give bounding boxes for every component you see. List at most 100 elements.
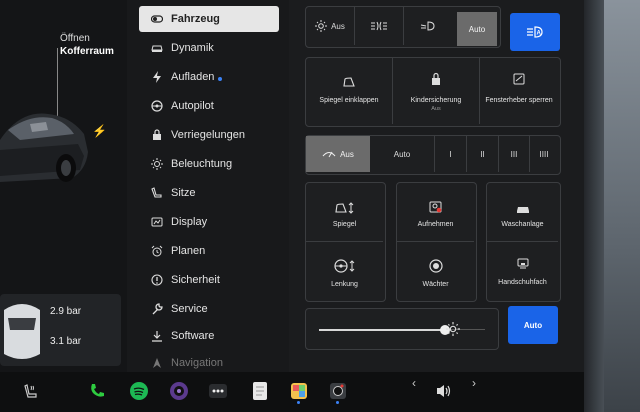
charge-port-icon[interactable]: ⚡ bbox=[92, 124, 107, 138]
volume-icon[interactable] bbox=[433, 380, 455, 402]
toybox-icon[interactable] bbox=[288, 380, 310, 402]
sidebar-item-label: Fahrzeug bbox=[171, 13, 220, 25]
svg-text:A: A bbox=[537, 31, 542, 37]
brightness-auto-button[interactable]: Auto bbox=[508, 306, 558, 344]
wiper-speed-3[interactable]: III bbox=[499, 136, 529, 172]
lights-auto-label: Auto bbox=[468, 24, 486, 34]
navigation-icon bbox=[147, 357, 167, 369]
vehicle-controls-panel: Aus Auto A Spiegel einklappen Kindersich… bbox=[289, 0, 584, 372]
wiper-speed-2[interactable]: II bbox=[467, 136, 498, 172]
mirror-adjust-icon bbox=[306, 201, 383, 219]
open-trunk-line2: Kofferraum bbox=[60, 46, 114, 57]
sidebar-item-sicherheit[interactable]: Sicherheit bbox=[139, 267, 279, 293]
auto-high-beam-icon: A bbox=[527, 26, 543, 38]
child-lock-icon bbox=[393, 72, 479, 91]
sidebar-item-label: Beleuchtung bbox=[171, 158, 233, 170]
car-icon bbox=[147, 42, 167, 54]
lights-off-option[interactable]: Aus bbox=[306, 7, 354, 45]
wipers-auto-option[interactable]: Auto bbox=[370, 136, 434, 172]
parking-lights-icon bbox=[371, 21, 387, 31]
notes-icon[interactable] bbox=[249, 380, 271, 402]
camera-lens-icon[interactable] bbox=[168, 380, 190, 402]
sidebar-item-sitze[interactable]: Sitze bbox=[139, 180, 279, 206]
wiper-speed-4[interactable]: IIII bbox=[530, 136, 558, 172]
low-beam-option[interactable] bbox=[404, 7, 452, 45]
sidebar-item-label: Software bbox=[171, 330, 215, 342]
lights-off-label: Aus bbox=[331, 21, 345, 31]
child-lock-status: Aus bbox=[431, 106, 441, 112]
sidebar-item-verriegelungen[interactable]: Verriegelungen bbox=[139, 122, 279, 148]
glovebox-icon bbox=[487, 257, 558, 275]
parking-lights-option[interactable] bbox=[355, 7, 403, 45]
car-wash-label: Waschanlage bbox=[501, 221, 544, 228]
charging-badge bbox=[218, 77, 223, 81]
wiper-speed-2-label: II bbox=[480, 149, 485, 159]
sidebar-item-beleuchtung[interactable]: Beleuchtung bbox=[139, 151, 279, 177]
sentry-mode-tile[interactable]: Wächter bbox=[397, 242, 474, 299]
wiper-speed-1-label: I bbox=[449, 149, 452, 159]
alarm-clock-icon bbox=[147, 245, 167, 257]
wipers-off-option[interactable]: Aus bbox=[306, 136, 370, 172]
sidebar-item-dynamik[interactable]: Dynamik bbox=[139, 35, 279, 61]
more-apps-icon[interactable] bbox=[207, 380, 229, 402]
mirror-adjust-label: Spiegel bbox=[332, 221, 357, 228]
sidebar-item-label: Dynamik bbox=[171, 42, 214, 54]
sidebar-item-software[interactable]: Software bbox=[139, 323, 279, 349]
sidebar-item-aufladen[interactable]: Aufladen bbox=[139, 64, 279, 90]
sentry-icon bbox=[397, 259, 474, 278]
wipers-off-label: Aus bbox=[340, 149, 354, 159]
dashcam-record-tile[interactable]: Aufnehmen bbox=[397, 183, 474, 241]
phone-icon[interactable] bbox=[86, 380, 108, 402]
sidebar-item-label: Display bbox=[171, 216, 208, 228]
wrench-icon bbox=[147, 303, 167, 315]
open-trunk-button[interactable]: Öffnen Kofferraum bbox=[60, 32, 114, 58]
sidebar-item-label: Sitze bbox=[171, 187, 196, 199]
sidebar-item-label: Aufladen bbox=[171, 71, 215, 83]
seat-heater-icon[interactable] bbox=[20, 380, 42, 402]
sidebar-item-autopilot[interactable]: Autopilot bbox=[139, 93, 279, 119]
volume-up-arrow[interactable]: › bbox=[472, 376, 476, 390]
volume-down-arrow[interactable]: ‹ bbox=[412, 376, 416, 390]
lock-icon bbox=[147, 129, 167, 141]
child-lock-tile[interactable]: Kindersicherung Aus bbox=[393, 58, 479, 124]
car-topview-icon bbox=[4, 304, 40, 359]
sun-icon bbox=[315, 20, 328, 32]
brightness-auto-label: Auto bbox=[523, 320, 543, 330]
car-wash-tile[interactable]: Waschanlage bbox=[487, 183, 558, 241]
fold-mirrors-tile[interactable]: Spiegel einklappen bbox=[306, 58, 392, 124]
wipers-auto-label: Auto bbox=[393, 149, 411, 159]
sidebar-item-service[interactable]: Service bbox=[139, 296, 279, 322]
glovebox-tile[interactable]: Handschuhfach bbox=[487, 242, 558, 299]
wiper-speed-4-label: IIII bbox=[539, 149, 549, 159]
sidebar-item-navigation[interactable]: Navigation bbox=[139, 350, 279, 372]
lights-auto-option[interactable]: Auto bbox=[457, 12, 497, 46]
sidebar-item-fahrzeug[interactable]: Fahrzeug bbox=[139, 6, 279, 32]
dashcam-icon[interactable] bbox=[327, 380, 349, 402]
sidebar-item-display[interactable]: Display bbox=[139, 209, 279, 235]
sun-icon bbox=[147, 158, 167, 170]
sidebar-item-planen[interactable]: Planen bbox=[139, 238, 279, 264]
wiper-speed-1[interactable]: I bbox=[435, 136, 466, 172]
car-model-image bbox=[0, 113, 88, 182]
mirror-adjust-tile[interactable]: Spiegel bbox=[306, 183, 383, 241]
low-beam-icon bbox=[420, 21, 435, 31]
sidebar-item-label: Planen bbox=[171, 245, 206, 257]
auto-high-beam-button[interactable]: A bbox=[510, 13, 560, 51]
spotify-icon[interactable] bbox=[128, 380, 150, 402]
steering-adjust-label: Lenkung bbox=[331, 281, 358, 288]
download-icon bbox=[147, 330, 167, 342]
wiper-speed-3-label: III bbox=[510, 149, 518, 159]
tire-pressure-front: 2.9 bar bbox=[50, 306, 82, 317]
steering-adjust-tile[interactable]: Lenkung bbox=[306, 242, 383, 299]
window-lock-tile[interactable]: Fensterheber sperren bbox=[480, 58, 558, 124]
car-wash-icon bbox=[487, 201, 558, 219]
mirror-icon bbox=[306, 74, 392, 92]
settings-sidebar: Fahrzeug Dynamik Aufladen Autopilot Verr… bbox=[127, 0, 289, 372]
dashcam-record-label: Aufnehmen bbox=[417, 221, 454, 228]
child-lock-label: Kindersicherung bbox=[410, 97, 462, 104]
tire-pressure-card[interactable] bbox=[0, 294, 121, 366]
wiper-icon bbox=[322, 151, 336, 158]
screen-bezel-right bbox=[584, 0, 640, 412]
dashcam-active-indicator bbox=[336, 401, 339, 404]
window-lock-label: Fensterheber sperren bbox=[485, 97, 553, 104]
